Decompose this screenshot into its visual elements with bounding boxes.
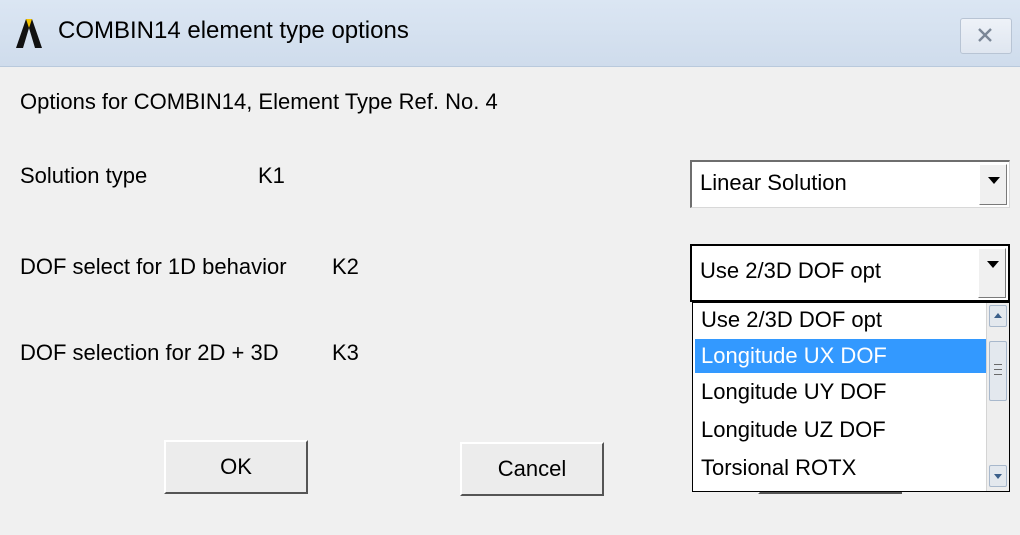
option-label-dof-1d: DOF select for 1D behavior <box>20 254 287 279</box>
list-item[interactable]: Longitude UZ DOF <box>695 413 987 447</box>
close-x-icon <box>978 28 992 42</box>
option-key-k2: K2 <box>332 254 359 279</box>
scroll-thumb[interactable] <box>989 341 1007 401</box>
ansys-logo-icon <box>16 19 42 48</box>
list-item[interactable]: Torsional ROTX <box>695 451 987 485</box>
solution-type-value: Linear Solution <box>700 170 847 195</box>
list-item[interactable]: Longitude UX DOF <box>695 339 987 373</box>
ok-button[interactable]: OK <box>164 440 308 494</box>
options-subtitle: Options for COMBIN14, Element Type Ref. … <box>20 89 498 114</box>
chevron-down-icon <box>994 474 1002 479</box>
cancel-button[interactable]: Cancel <box>460 442 604 496</box>
option-key-k3: K3 <box>332 340 359 365</box>
list-item[interactable]: Use 2/3D DOF opt <box>695 303 987 337</box>
dropdown-scrollbar[interactable] <box>986 303 1009 491</box>
title-bar[interactable]: COMBIN14 element type options <box>0 0 1020 67</box>
scroll-down-button[interactable] <box>989 465 1007 487</box>
dof-options-dropdown[interactable]: Use 2/3D DOF opt Longitude UX DOF Longit… <box>692 302 1010 492</box>
scroll-up-button[interactable] <box>989 305 1007 327</box>
chevron-down-icon[interactable] <box>978 248 1006 298</box>
dof-1d-value: Use 2/3D DOF opt <box>700 258 881 283</box>
option-label-dof-2d-3d: DOF selection for 2D + 3D <box>20 340 279 365</box>
option-key-k1: K1 <box>258 163 285 188</box>
chevron-up-icon <box>994 313 1002 318</box>
element-type-options-dialog: COMBIN14 element type options Options fo… <box>0 0 1020 535</box>
list-item[interactable]: Longitude UY DOF <box>695 375 987 409</box>
solution-type-select[interactable]: Linear Solution <box>690 160 1010 208</box>
close-button[interactable] <box>960 18 1012 54</box>
window-title: COMBIN14 element type options <box>58 17 409 44</box>
chevron-down-icon[interactable] <box>979 164 1007 205</box>
dof-1d-select[interactable]: Use 2/3D DOF opt <box>690 244 1010 302</box>
option-label-solution-type: Solution type <box>20 163 148 188</box>
